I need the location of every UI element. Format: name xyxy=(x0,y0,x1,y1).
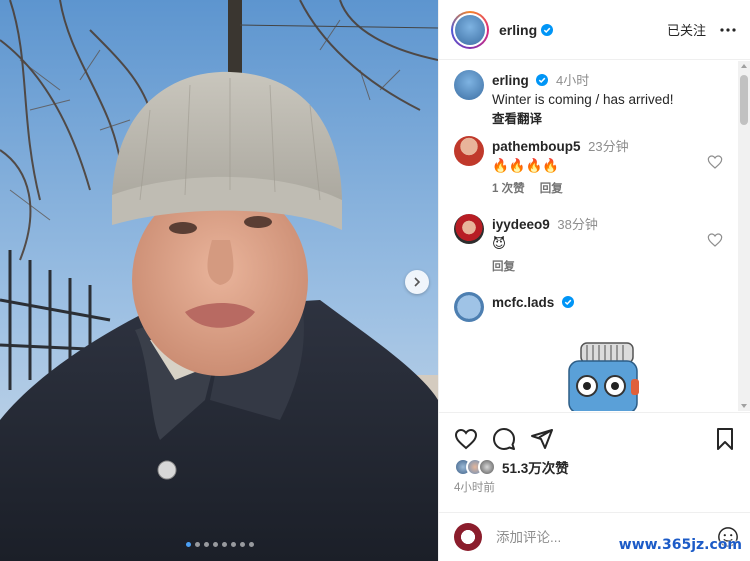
avatar[interactable] xyxy=(454,70,484,100)
chevron-right-icon xyxy=(414,277,421,287)
author-username[interactable]: erling xyxy=(499,22,537,38)
carousel-dot xyxy=(222,542,227,547)
like-comment-heart-icon[interactable] xyxy=(707,154,723,170)
reply-button[interactable]: 回复 xyxy=(540,183,563,195)
comment-username[interactable]: iyydeeo9 xyxy=(492,217,550,232)
comments-scrollbar[interactable] xyxy=(738,61,750,411)
save-bookmark-icon[interactable] xyxy=(713,427,737,451)
photo-scene xyxy=(0,0,438,561)
avatar[interactable] xyxy=(454,292,484,322)
reply-button[interactable]: 回复 xyxy=(492,261,515,273)
caption-time: 4小时 xyxy=(556,73,590,88)
carousel-dot xyxy=(231,542,236,547)
carousel-dot xyxy=(195,542,200,547)
carousel-dot xyxy=(186,542,191,547)
current-user-avatar[interactable] xyxy=(454,523,482,551)
carousel-dot xyxy=(240,542,245,547)
verified-badge-icon xyxy=(536,74,549,86)
comment-text: 🔥🔥🔥🔥 xyxy=(492,158,560,173)
like-heart-icon[interactable] xyxy=(454,427,478,451)
follow-status-button[interactable]: 已关注 xyxy=(667,20,706,39)
post-side-panel: erling 已关注 erling 4小时 Winter is coming /… xyxy=(438,0,750,561)
verified-badge-icon xyxy=(561,296,574,308)
post-header: erling 已关注 xyxy=(439,0,750,60)
post-actions: 51.3万次赞 4小时前 xyxy=(439,412,750,512)
author-avatar[interactable] xyxy=(451,10,489,49)
caption-text: Winter is coming / has arrived! xyxy=(492,92,674,107)
watermark-text: www.365jz.com xyxy=(618,537,742,553)
verified-badge-icon xyxy=(541,23,554,36)
more-options-icon[interactable] xyxy=(720,22,736,38)
see-translation-link[interactable]: 查看翻译 xyxy=(492,108,674,127)
comments-list: erling 4小时 Winter is coming / has arrive… xyxy=(439,61,739,411)
robot-sticker-image xyxy=(568,342,639,411)
comment-bubble-icon[interactable] xyxy=(492,427,516,451)
liker-avatar xyxy=(478,458,496,476)
comment-username[interactable]: mcfc.lads xyxy=(492,295,554,310)
scrollbar-thumb[interactable] xyxy=(740,75,748,125)
like-comment-heart-icon[interactable] xyxy=(707,232,723,248)
carousel-dot xyxy=(213,542,218,547)
carousel-dot xyxy=(249,542,254,547)
likes-summary[interactable]: 51.3万次赞 xyxy=(454,457,569,477)
comment-time: 38分钟 xyxy=(557,217,598,232)
comment-row: pathemboup5 23分钟 🔥🔥🔥🔥 1 次赞 回复 xyxy=(454,136,629,196)
comment-username[interactable]: pathemboup5 xyxy=(492,139,581,154)
like-count[interactable]: 51.3万次赞 xyxy=(502,457,569,477)
carousel-indicator xyxy=(186,542,254,547)
avatar[interactable] xyxy=(454,214,484,244)
comment-like-count[interactable]: 1 次赞 xyxy=(492,183,525,195)
post-photo xyxy=(0,0,438,561)
share-plane-icon[interactable] xyxy=(530,427,554,451)
comment-row: iyydeeo9 38分钟 😈 回复 xyxy=(454,214,598,274)
caption-username[interactable]: erling xyxy=(492,73,529,88)
comment-time: 23分钟 xyxy=(588,139,629,154)
post-timestamp: 4小时前 xyxy=(454,482,495,494)
avatar[interactable] xyxy=(454,136,484,166)
carousel-dot xyxy=(204,542,209,547)
caption-row: erling 4小时 Winter is coming / has arrive… xyxy=(454,70,674,127)
comment-text: 😈 xyxy=(492,236,507,251)
next-photo-button[interactable] xyxy=(405,270,429,294)
comment-row: mcfc.lads xyxy=(454,292,574,322)
